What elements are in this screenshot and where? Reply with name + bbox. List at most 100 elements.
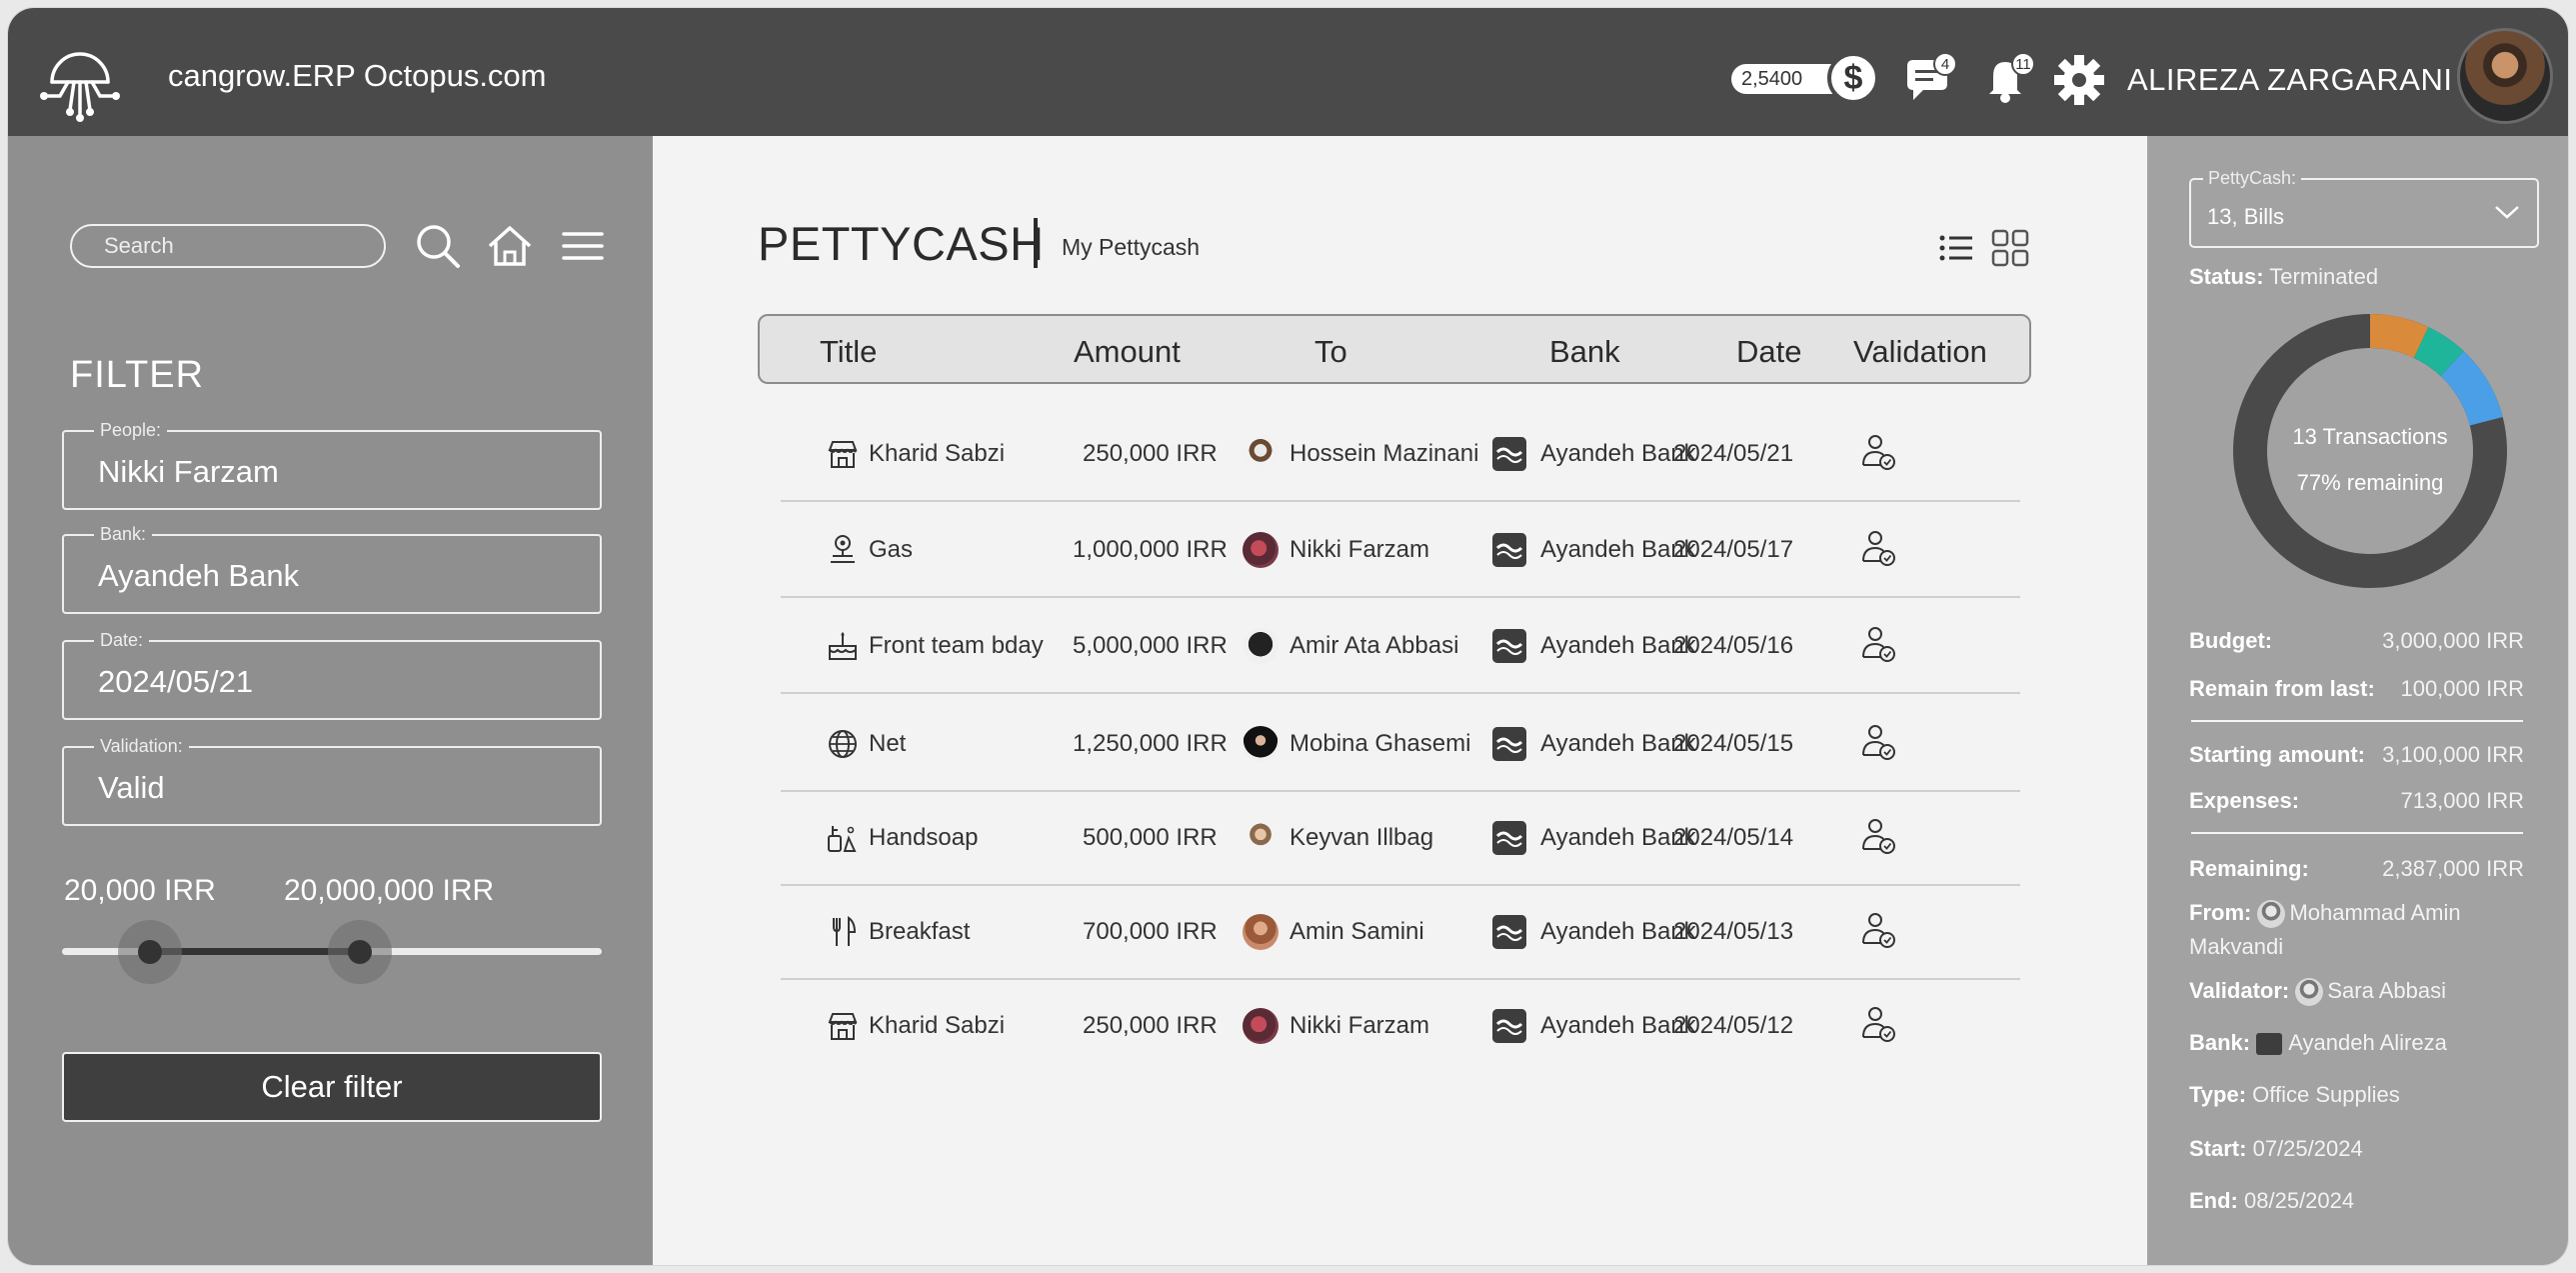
bank-icon — [1492, 629, 1526, 663]
title-divider — [1034, 218, 1038, 268]
table-row[interactable]: Handsoap 500,000 IRR Keyvan Illbag Ayandeh … — [781, 790, 2020, 886]
validation-filter-field[interactable]: Validation: Valid — [62, 736, 602, 826]
menu-icon[interactable] — [556, 218, 612, 274]
table-row[interactable]: Kharid Sabzi 250,000 IRR Nikki Farzam Ayand… — [781, 978, 2020, 1074]
dollar-coin-icon: $ — [1827, 52, 1879, 104]
row-amount: 5,000,000 IRR — [1073, 632, 1228, 659]
end-value: 08/25/2024 — [2244, 1188, 2355, 1213]
validated-user-icon[interactable] — [1858, 528, 1898, 568]
chevron-down-icon — [2495, 206, 2519, 219]
notifications-badge: 11 — [2011, 52, 2035, 76]
validated-user-icon[interactable] — [1858, 432, 1898, 472]
table-row[interactable]: Breakfast 700,000 IRR Amin Samini Ayandeh B… — [781, 884, 2020, 980]
validator-value: Sara Abbasi — [2327, 978, 2447, 1003]
store-icon — [828, 1013, 858, 1040]
people-filter-field[interactable]: People: Nikki Farzam — [62, 420, 602, 510]
field-value: 2024/05/21 — [98, 664, 254, 699]
field-label: Bank: — [94, 524, 153, 545]
status-label: Status: — [2189, 264, 2264, 289]
range-min-handle[interactable] — [138, 940, 162, 964]
row-recipient[interactable]: Amin Samini — [1289, 918, 1424, 946]
expenses-value: 713,000 IRR — [2400, 788, 2524, 813]
home-icon[interactable] — [482, 218, 538, 274]
column-to[interactable]: To — [1314, 334, 1347, 370]
range-max-label: 20,000,000 IRR — [284, 874, 495, 907]
bank-icon — [2256, 1033, 2283, 1056]
cutlery-icon — [833, 916, 857, 946]
remain-label: Remain from last: — [2189, 676, 2375, 701]
row-date: 2024/05/13 — [1673, 918, 1794, 945]
clear-filter-button[interactable]: Clear filter — [62, 1052, 602, 1122]
user-avatar[interactable] — [2457, 28, 2553, 124]
page-subtitle: My Pettycash — [1062, 234, 1201, 260]
status-value: Terminated — [2269, 264, 2379, 289]
search-input[interactable]: Search — [70, 224, 386, 268]
date-filter-field[interactable]: Date: 2024/05/21 — [62, 630, 602, 720]
row-date: 2024/05/14 — [1673, 824, 1794, 851]
pettycash-select[interactable]: PettyCash: 13, Bills — [2189, 168, 2539, 248]
validated-user-icon[interactable] — [1858, 722, 1898, 762]
select-value: 13, Bills — [2207, 204, 2285, 229]
row-recipient[interactable]: Nikki Farzam — [1289, 1012, 1429, 1040]
recipient-avatar — [1243, 820, 1279, 856]
row-title: Net — [869, 730, 907, 757]
search-icon[interactable] — [410, 218, 466, 274]
recipient-avatar — [1243, 726, 1279, 762]
field-label: People: — [94, 420, 168, 441]
bank-icon — [1492, 727, 1526, 761]
donut-remaining-text: 77% remaining — [2296, 470, 2444, 495]
notifications-button[interactable]: 11 — [1979, 52, 2035, 108]
field-label: Validation: — [94, 736, 189, 757]
transactions-donut: 13 Transactions 77% remaining — [2225, 306, 2515, 596]
bank-value: Ayandeh Alireza — [2288, 1030, 2447, 1055]
row-date: 2024/05/12 — [1673, 1012, 1794, 1039]
table-row[interactable]: Front team bday 5,000,000 IRR Amir Ata Abb… — [781, 598, 2020, 694]
validated-user-icon[interactable] — [1858, 910, 1898, 950]
column-date[interactable]: Date — [1736, 334, 1801, 370]
bank-filter-field[interactable]: Bank: Ayandeh Bank — [62, 524, 602, 614]
row-recipient[interactable]: Hossein Mazinani — [1289, 440, 1478, 468]
start-row: Start: 07/25/2024 — [2189, 1136, 2363, 1161]
row-title: Breakfast — [869, 918, 971, 945]
bank-icon — [1492, 437, 1526, 471]
store-icon — [828, 441, 858, 468]
row-recipient[interactable]: Mobina Ghasemi — [1289, 730, 1470, 758]
row-date: 2024/05/21 — [1673, 440, 1794, 467]
table-row[interactable]: Net 1,250,000 IRR Mobina Ghasemi Ayandeh Ba… — [781, 696, 2020, 792]
brand-name[interactable]: cangrow.ERP Octopus.com — [168, 58, 547, 94]
budget-label: Budget: — [2189, 628, 2273, 653]
filter-sidebar: Search FILTER People: Nikki Farzam Bank:… — [8, 136, 653, 1265]
column-title[interactable]: Title — [820, 334, 877, 370]
row-recipient[interactable]: Nikki Farzam — [1289, 536, 1429, 564]
validated-user-icon[interactable] — [1858, 1004, 1898, 1044]
remain-value: 100,000 IRR — [2400, 676, 2524, 701]
validated-user-icon[interactable] — [1858, 624, 1898, 664]
validated-user-icon[interactable] — [1858, 816, 1898, 856]
table-row[interactable]: Gas 1,000,000 IRR Nikki Farzam Ayandeh Bank… — [781, 502, 2020, 598]
end-row: End: 08/25/2024 — [2189, 1188, 2355, 1213]
grid-view-icon[interactable] — [1988, 226, 2032, 270]
list-view-icon[interactable] — [1934, 226, 1978, 270]
recipient-avatar — [1243, 914, 1279, 950]
recipient-avatar — [1243, 436, 1279, 472]
globe-icon — [829, 730, 857, 758]
column-bank[interactable]: Bank — [1549, 334, 1620, 370]
app-window: cangrow.ERP Octopus.com 2,5400 $ 4 11 AL… — [8, 8, 2568, 1265]
user-name[interactable]: ALIREZA ZARGARANI — [2127, 62, 2452, 98]
column-validation[interactable]: Validation — [1853, 334, 1987, 370]
row-title: Handsoap — [869, 824, 979, 851]
row-recipient[interactable]: Amir Ata Abbasi — [1289, 632, 1458, 660]
recipient-avatar — [1243, 1008, 1279, 1044]
type-value: Office Supplies — [2252, 1082, 2400, 1107]
gas-icon — [831, 535, 855, 563]
select-label: PettyCash: — [2203, 168, 2302, 189]
gear-icon[interactable] — [2051, 52, 2107, 108]
column-amount[interactable]: Amount — [1074, 334, 1181, 370]
field-value: Valid — [98, 770, 165, 805]
range-min-label: 20,000 IRR — [64, 874, 216, 907]
table-row[interactable]: Kharid Sabzi 250,000 IRR Hossein Mazinani A… — [781, 406, 2020, 502]
messages-button[interactable]: 4 — [1901, 52, 1957, 108]
range-max-handle[interactable] — [348, 940, 372, 964]
row-recipient[interactable]: Keyvan Illbag — [1289, 824, 1433, 852]
octopus-logo-icon[interactable] — [30, 24, 130, 124]
